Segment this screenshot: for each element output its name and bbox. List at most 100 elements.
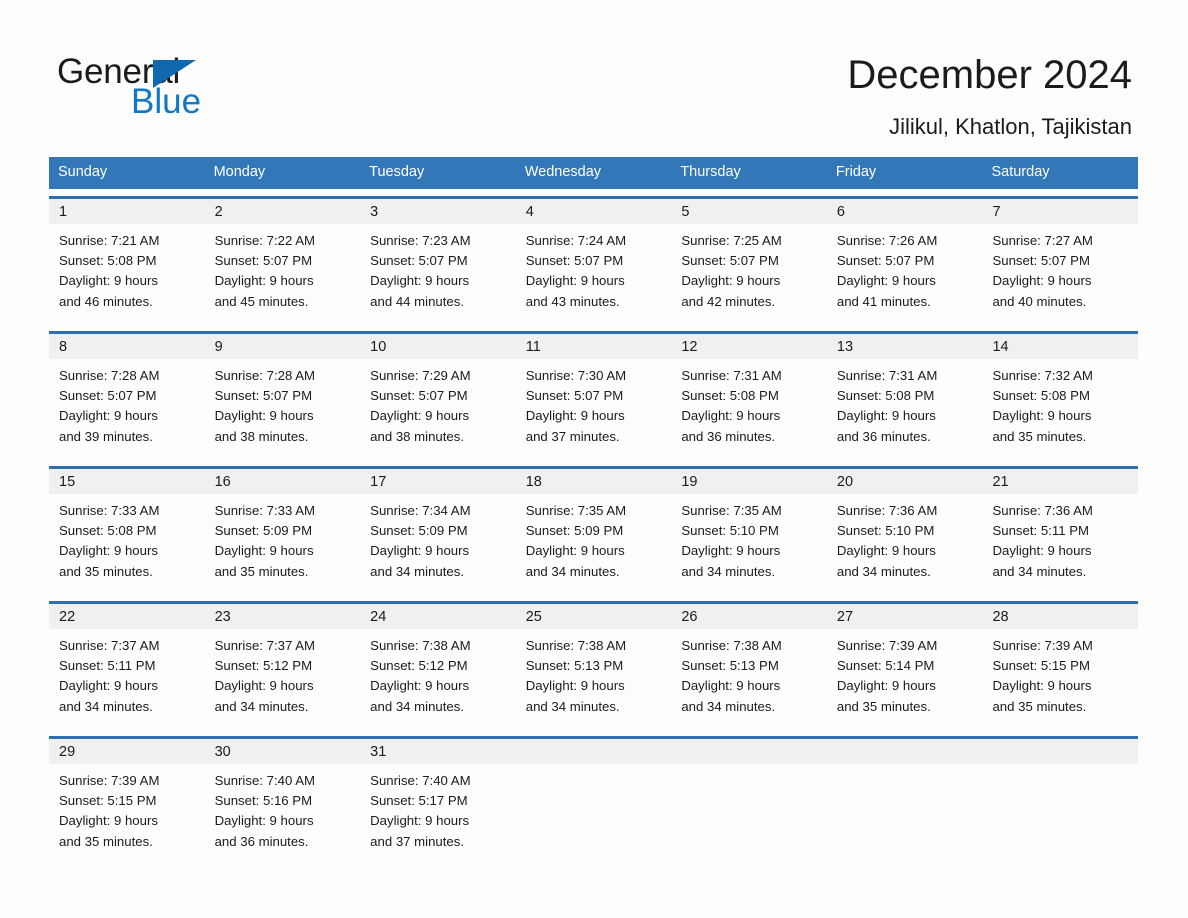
day-of-week-monday: Monday bbox=[213, 164, 266, 180]
day-cell: Sunrise: 7:34 AM Sunset: 5:09 PM Dayligh… bbox=[360, 494, 516, 594]
daylight-text-line2: and 43 minutes. bbox=[525, 293, 620, 309]
day-number: 11 bbox=[525, 339, 541, 355]
daylight-text-line1: Daylight: 9 hours bbox=[59, 543, 158, 559]
daylight-text-line2: and 34 minutes. bbox=[681, 563, 776, 579]
day-of-week-wednesday: Wednesday bbox=[524, 164, 602, 180]
day-number: 26 bbox=[681, 609, 698, 625]
week-detail-band: Sunrise: 7:39 AM Sunset: 5:15 PM Dayligh… bbox=[49, 764, 1138, 864]
week-detail-band: Sunrise: 7:21 AM Sunset: 5:08 PM Dayligh… bbox=[49, 224, 1138, 324]
day-cell: Sunrise: 7:38 AM Sunset: 5:13 PM Dayligh… bbox=[671, 629, 827, 729]
daylight-text-line2: and 34 minutes. bbox=[836, 563, 931, 579]
daylight-text-line1: Daylight: 9 hours bbox=[992, 543, 1092, 559]
daylight-text-line1: Daylight: 9 hours bbox=[370, 543, 470, 559]
daylight-text-line2: and 36 minutes. bbox=[681, 428, 776, 444]
daylight-text-line2: and 35 minutes. bbox=[992, 428, 1087, 444]
sunset-text: Sunset: 5:07 PM bbox=[681, 253, 779, 269]
day-cell: Sunrise: 7:26 AM Sunset: 5:07 PM Dayligh… bbox=[827, 224, 983, 324]
day-cell: Sunrise: 7:39 AM Sunset: 5:14 PM Dayligh… bbox=[827, 629, 983, 729]
daylight-text-line1: Daylight: 9 hours bbox=[370, 408, 470, 424]
sunset-text: Sunset: 5:07 PM bbox=[214, 388, 313, 404]
sunrise-text: Sunrise: 7:31 AM bbox=[836, 368, 938, 383]
day-cell: Sunrise: 7:27 AM Sunset: 5:07 PM Dayligh… bbox=[982, 224, 1138, 324]
day-number: 3 bbox=[370, 204, 379, 220]
sunrise-text: Sunrise: 7:39 AM bbox=[836, 638, 938, 653]
sunrise-text: Sunrise: 7:36 AM bbox=[992, 503, 1093, 518]
daylight-text-line2: and 37 minutes. bbox=[525, 428, 620, 444]
sunrise-text: Sunrise: 7:40 AM bbox=[370, 773, 471, 788]
sunrise-text: Sunrise: 7:21 AM bbox=[59, 233, 160, 248]
daylight-text-line1: Daylight: 9 hours bbox=[681, 543, 781, 559]
day-number: 25 bbox=[525, 609, 542, 625]
day-number: 19 bbox=[681, 474, 698, 490]
daylight-text-line1: Daylight: 9 hours bbox=[59, 813, 158, 829]
daylight-text-line2: and 35 minutes. bbox=[992, 698, 1087, 714]
day-cell: Sunrise: 7:37 AM Sunset: 5:11 PM Dayligh… bbox=[49, 629, 205, 729]
day-number: 1 bbox=[59, 204, 68, 220]
daylight-text-line2: and 41 minutes. bbox=[836, 293, 931, 309]
sunset-text: Sunset: 5:15 PM bbox=[59, 793, 157, 809]
day-number: 13 bbox=[836, 339, 854, 355]
day-number: 6 bbox=[836, 204, 845, 220]
week-day-number-band: 1 2 3 4 5 6 7 bbox=[49, 199, 1138, 224]
calendar-week-row: 8 9 10 11 12 13 14 Sunrise: 7:28 AM Suns… bbox=[49, 331, 1138, 459]
sunset-text: Sunset: 5:07 PM bbox=[525, 388, 624, 404]
day-number: 5 bbox=[681, 204, 690, 220]
daylight-text-line1: Daylight: 9 hours bbox=[214, 678, 314, 694]
sunset-text: Sunset: 5:12 PM bbox=[214, 658, 313, 674]
day-number-empty bbox=[516, 739, 672, 764]
day-of-week-saturday: Saturday bbox=[991, 164, 1050, 180]
sunset-text: Sunset: 5:16 PM bbox=[214, 793, 313, 809]
day-number: 9 bbox=[214, 339, 223, 355]
calendar-week-row: 15 16 17 18 19 20 21 Sunrise: 7:33 AM Su… bbox=[49, 466, 1138, 594]
daylight-text-line1: Daylight: 9 hours bbox=[214, 408, 314, 424]
sunset-text: Sunset: 5:08 PM bbox=[59, 253, 157, 269]
day-cell-empty bbox=[516, 764, 672, 864]
calendar-page: General Blue December 2024 Jilikul, Khat… bbox=[0, 0, 1188, 918]
day-number: 12 bbox=[681, 339, 698, 355]
day-cell: Sunrise: 7:25 AM Sunset: 5:07 PM Dayligh… bbox=[671, 224, 827, 324]
calendar-week-row: 22 23 24 25 26 27 28 Sunrise: 7:37 AM Su… bbox=[49, 601, 1138, 729]
daylight-text-line1: Daylight: 9 hours bbox=[214, 543, 314, 559]
sunrise-text: Sunrise: 7:33 AM bbox=[59, 503, 160, 518]
day-number: 15 bbox=[59, 474, 76, 490]
day-cell: Sunrise: 7:40 AM Sunset: 5:16 PM Dayligh… bbox=[205, 764, 361, 864]
day-cell: Sunrise: 7:31 AM Sunset: 5:08 PM Dayligh… bbox=[827, 359, 983, 459]
day-number: 8 bbox=[59, 339, 68, 355]
daylight-text-line2: and 36 minutes. bbox=[214, 833, 309, 849]
page-header: General Blue December 2024 Jilikul, Khat… bbox=[0, 0, 1188, 155]
daylight-text-line2: and 38 minutes. bbox=[214, 428, 309, 444]
page-title: December 2024 bbox=[847, 53, 1132, 97]
sunrise-text: Sunrise: 7:27 AM bbox=[992, 233, 1093, 248]
title-block: December 2024 Jilikul, Khatlon, Tajikist… bbox=[847, 50, 1132, 142]
sunset-text: Sunset: 5:08 PM bbox=[992, 388, 1090, 404]
sunset-text: Sunset: 5:07 PM bbox=[370, 388, 468, 404]
sunrise-text: Sunrise: 7:24 AM bbox=[525, 233, 627, 248]
day-cell-empty bbox=[982, 764, 1138, 864]
sunset-text: Sunset: 5:08 PM bbox=[836, 388, 935, 404]
day-cell: Sunrise: 7:22 AM Sunset: 5:07 PM Dayligh… bbox=[205, 224, 361, 324]
day-number: 16 bbox=[214, 474, 231, 490]
daylight-text-line2: and 35 minutes. bbox=[214, 563, 309, 579]
day-cell: Sunrise: 7:40 AM Sunset: 5:17 PM Dayligh… bbox=[360, 764, 516, 864]
day-cell: Sunrise: 7:36 AM Sunset: 5:10 PM Dayligh… bbox=[827, 494, 983, 594]
week-detail-band: Sunrise: 7:33 AM Sunset: 5:08 PM Dayligh… bbox=[49, 494, 1138, 594]
daylight-text-line2: and 34 minutes. bbox=[214, 698, 309, 714]
sunrise-text: Sunrise: 7:38 AM bbox=[525, 638, 627, 653]
day-of-week-thursday: Thursday bbox=[680, 164, 741, 180]
sunrise-text: Sunrise: 7:32 AM bbox=[992, 368, 1093, 383]
general-blue-logo[interactable]: General Blue bbox=[57, 52, 277, 122]
calendar-grid: Sunday Monday Tuesday Wednesday Thursday… bbox=[49, 157, 1138, 864]
day-cell-empty bbox=[827, 764, 983, 864]
sunset-text: Sunset: 5:12 PM bbox=[370, 658, 468, 674]
daylight-text-line1: Daylight: 9 hours bbox=[836, 408, 936, 424]
sunrise-text: Sunrise: 7:38 AM bbox=[681, 638, 782, 653]
sunrise-text: Sunrise: 7:39 AM bbox=[992, 638, 1093, 653]
day-number: 17 bbox=[370, 474, 387, 490]
day-number: 24 bbox=[370, 609, 387, 625]
daylight-text-line1: Daylight: 9 hours bbox=[525, 678, 625, 694]
day-number-empty bbox=[827, 739, 983, 764]
day-number: 27 bbox=[836, 609, 854, 625]
daylight-text-line1: Daylight: 9 hours bbox=[370, 273, 470, 289]
sunset-text: Sunset: 5:07 PM bbox=[370, 253, 468, 269]
day-number: 31 bbox=[370, 744, 387, 760]
